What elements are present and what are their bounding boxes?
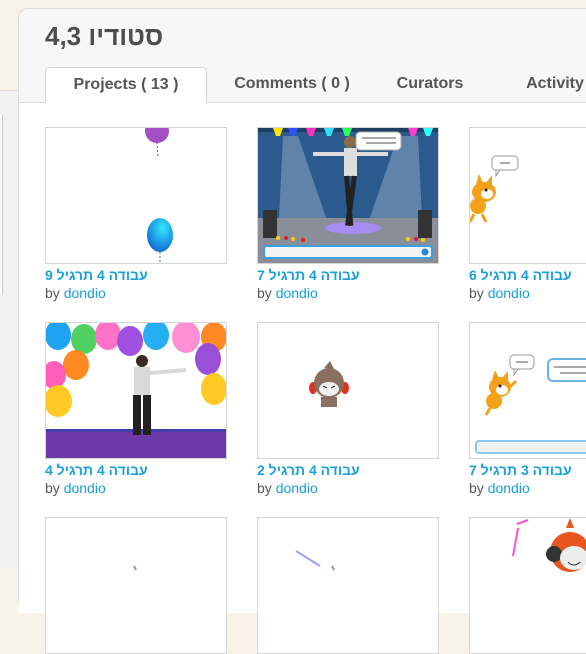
project-title-link[interactable]: עבודה 3 תרגיל 7 [469, 462, 586, 479]
monkey-sprite-thumbnail-image [309, 361, 349, 407]
studio-panel: סטודיו 4,3 Projects ( 13 ) Comments ( 0 … [18, 8, 586, 654]
project-thumbnail[interactable] [469, 517, 586, 654]
project-byline: by dondio [469, 480, 530, 496]
project-byline: by dondio [257, 480, 318, 496]
projects-grid: עבודה 4 תרגיל 9 by dondio עבודה 4 תרגיל … [19, 102, 586, 654]
project-card: עבודה 4 תרגיל 7 by dondio [257, 127, 439, 301]
project-card: עבודה 4 תרגיל 9 by dondio [45, 127, 227, 301]
project-thumbnail[interactable] [469, 127, 586, 264]
project-card [45, 517, 227, 654]
project-card: עבודה 4 תרגיל 4 by dondio [45, 322, 227, 496]
author-link[interactable]: dondio [276, 480, 318, 496]
project-card: עבודה 4 תרגיל 6 by dondio [469, 127, 586, 301]
tab-comments[interactable]: Comments ( 0 ) [217, 67, 367, 101]
partial-lines-thumbnail-image [295, 550, 335, 571]
project-thumbnail[interactable] [257, 127, 439, 264]
robot-sprite-thumbnail-image [512, 518, 586, 572]
tab-projects[interactable]: Projects ( 13 ) [45, 67, 207, 103]
stage-dancer-thumbnail-image [258, 128, 438, 263]
tab-activity[interactable]: Activity [505, 67, 586, 101]
author-link[interactable]: dondio [64, 285, 106, 301]
author-link[interactable]: dondio [488, 480, 530, 496]
project-title-link[interactable]: עבודה 4 תרגיל 6 [469, 267, 586, 284]
project-card [257, 517, 439, 654]
author-link[interactable]: dondio [276, 285, 318, 301]
project-byline: by dondio [257, 285, 318, 301]
project-title-link[interactable]: עבודה 4 תרגיל 4 [45, 462, 227, 479]
partial-sprite-thumbnail-image [133, 565, 137, 571]
scratch-cat-dialog-thumbnail-image [475, 354, 586, 454]
project-byline: by dondio [469, 285, 530, 301]
project-title-link[interactable]: עבודה 4 תרגיל 2 [257, 462, 439, 479]
project-thumbnail[interactable] [45, 127, 227, 264]
tab-curators[interactable]: Curators [375, 67, 485, 101]
author-link[interactable]: dondio [64, 480, 106, 496]
balloons-party-thumbnail-image [46, 323, 226, 458]
balloons-thumbnail-image [145, 128, 173, 263]
project-card [469, 517, 586, 654]
project-title-link[interactable]: עבודה 4 תרגיל 9 [45, 267, 227, 284]
author-link[interactable]: dondio [488, 285, 530, 301]
left-sidebar-edge [0, 115, 3, 295]
project-card: עבודה 4 תרגיל 2 by dondio [257, 322, 439, 496]
studio-title: סטודיו 4,3 [45, 21, 164, 51]
project-thumbnail[interactable] [469, 322, 586, 459]
project-byline: by dondio [45, 480, 106, 496]
project-thumbnail[interactable] [257, 517, 439, 654]
project-card: עבודה 3 תרגיל 7 by dondio [469, 322, 586, 496]
project-thumbnail[interactable] [45, 517, 227, 654]
project-title-link[interactable]: עבודה 4 תרגיל 7 [257, 267, 439, 284]
project-byline: by dondio [45, 285, 106, 301]
project-thumbnail[interactable] [45, 322, 227, 459]
project-thumbnail[interactable] [257, 322, 439, 459]
scratch-cat-thumbnail-image [470, 155, 519, 223]
